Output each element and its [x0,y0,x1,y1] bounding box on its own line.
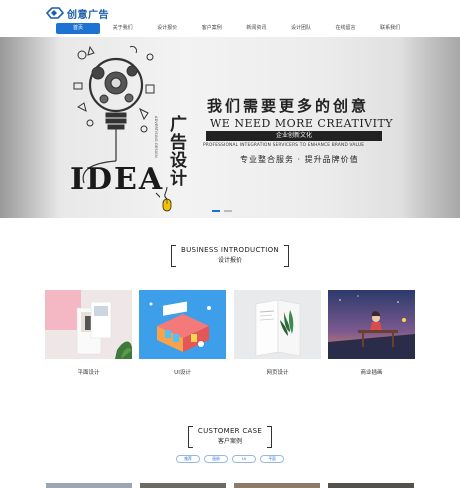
logo-text: 创意广告 [67,9,109,21]
business-title-en: BUSINESS INTRODUCTION [181,246,279,254]
service-card-ui[interactable]: UI设计 [139,290,226,376]
graphic-design-illustration [45,290,132,359]
case-thumb-1[interactable] [46,483,132,488]
web-design-image [234,290,321,359]
vertical-en-text: ADVERTISING DESIGN [154,116,158,158]
case-tab-album[interactable]: 画册 [204,455,228,463]
illustration-image [328,290,415,359]
case-tab-recommend[interactable]: 推荐 [176,455,200,463]
nav-item-message[interactable]: 在线留言 [324,23,368,34]
case-heading-box: CUSTOMER CASE 客户案例 [187,426,273,448]
vertical-cn-title: 广告设计 [166,115,186,187]
hero-banner[interactable]: IDEA ADVERTISING DESIGN 广告设计 我们需要更多的创意 W… [0,37,460,218]
service-label-illustration: 商业插画 [360,370,383,376]
business-heading-box: BUSINESS INTRODUCTION 设计报价 [171,245,289,267]
case-section-head: CUSTOMER CASE 客户案例 [0,426,460,448]
business-section-head: BUSINESS INTRODUCTION 设计报价 [0,245,460,267]
case-title-cn: 客户案例 [217,438,242,445]
idea-headline: IDEA [70,162,165,197]
web-design-illustration [234,290,321,359]
logo-icon [46,7,64,19]
banner-sub-en: PROFESSIONAL INTEGRATION SERVICERS TO EN… [203,143,365,148]
mouse-icon [162,187,172,212]
commercial-illustration [328,290,415,359]
case-thumb-3[interactable] [234,483,320,488]
slider-dots [212,210,232,212]
nav-item-news[interactable]: 新闻资讯 [234,23,278,34]
banner-slogan-line2: 专业整合服务 · 提升品牌价值 [240,155,359,164]
service-label-web: 网页设计 [266,370,289,376]
banner-slogan-cn: 我们需要更多的创意 [207,97,370,115]
logo[interactable]: 创意广告 [46,5,109,21]
case-tab-graphic[interactable]: 平面 [260,455,284,463]
service-card-web[interactable]: 网页设计 [234,290,321,376]
slider-dot-1[interactable] [212,210,220,212]
nav-item-home[interactable]: 首页 [56,23,100,34]
main-nav: 首页 关于我们 设计报价 客户案例 新闻资讯 设计团队 在线留言 联系我们 [56,23,413,34]
banner-culture-bar: 企业创新文化 [206,131,382,141]
ui-design-image [139,290,226,359]
service-card-graphic[interactable]: 平面设计 [45,290,132,376]
case-thumb-4[interactable] [328,483,414,488]
banner-shade-right [400,37,460,218]
service-card-illustration[interactable]: 商业插画 [328,290,415,376]
nav-item-team[interactable]: 设计团队 [279,23,323,34]
case-thumbnails [46,483,414,488]
case-title-en: CUSTOMER CASE [197,427,263,435]
business-title-cn: 设计报价 [217,257,242,264]
ui-design-illustration [139,290,226,359]
service-label-ui: UI设计 [174,370,191,376]
banner-slogan-en: WE NEED MORE CREATIVITY [210,117,394,130]
site-header: 创意广告 首页 关于我们 设计报价 客户案例 新闻资讯 设计团队 在线留言 联系… [0,0,460,36]
graphic-design-image [45,290,132,359]
case-tabs: 推荐 画册 UI 平面 [0,455,460,463]
banner-shade-left [0,37,60,218]
service-label-graphic: 平面设计 [77,370,100,376]
case-thumb-2[interactable] [140,483,226,488]
nav-item-about[interactable]: 关于我们 [101,23,145,34]
slider-dot-2[interactable] [224,210,232,212]
case-tab-ui[interactable]: UI [232,455,256,463]
nav-item-cases[interactable]: 客户案例 [190,23,234,34]
nav-item-contact[interactable]: 联系我们 [368,23,412,34]
nav-item-pricing[interactable]: 设计报价 [145,23,189,34]
